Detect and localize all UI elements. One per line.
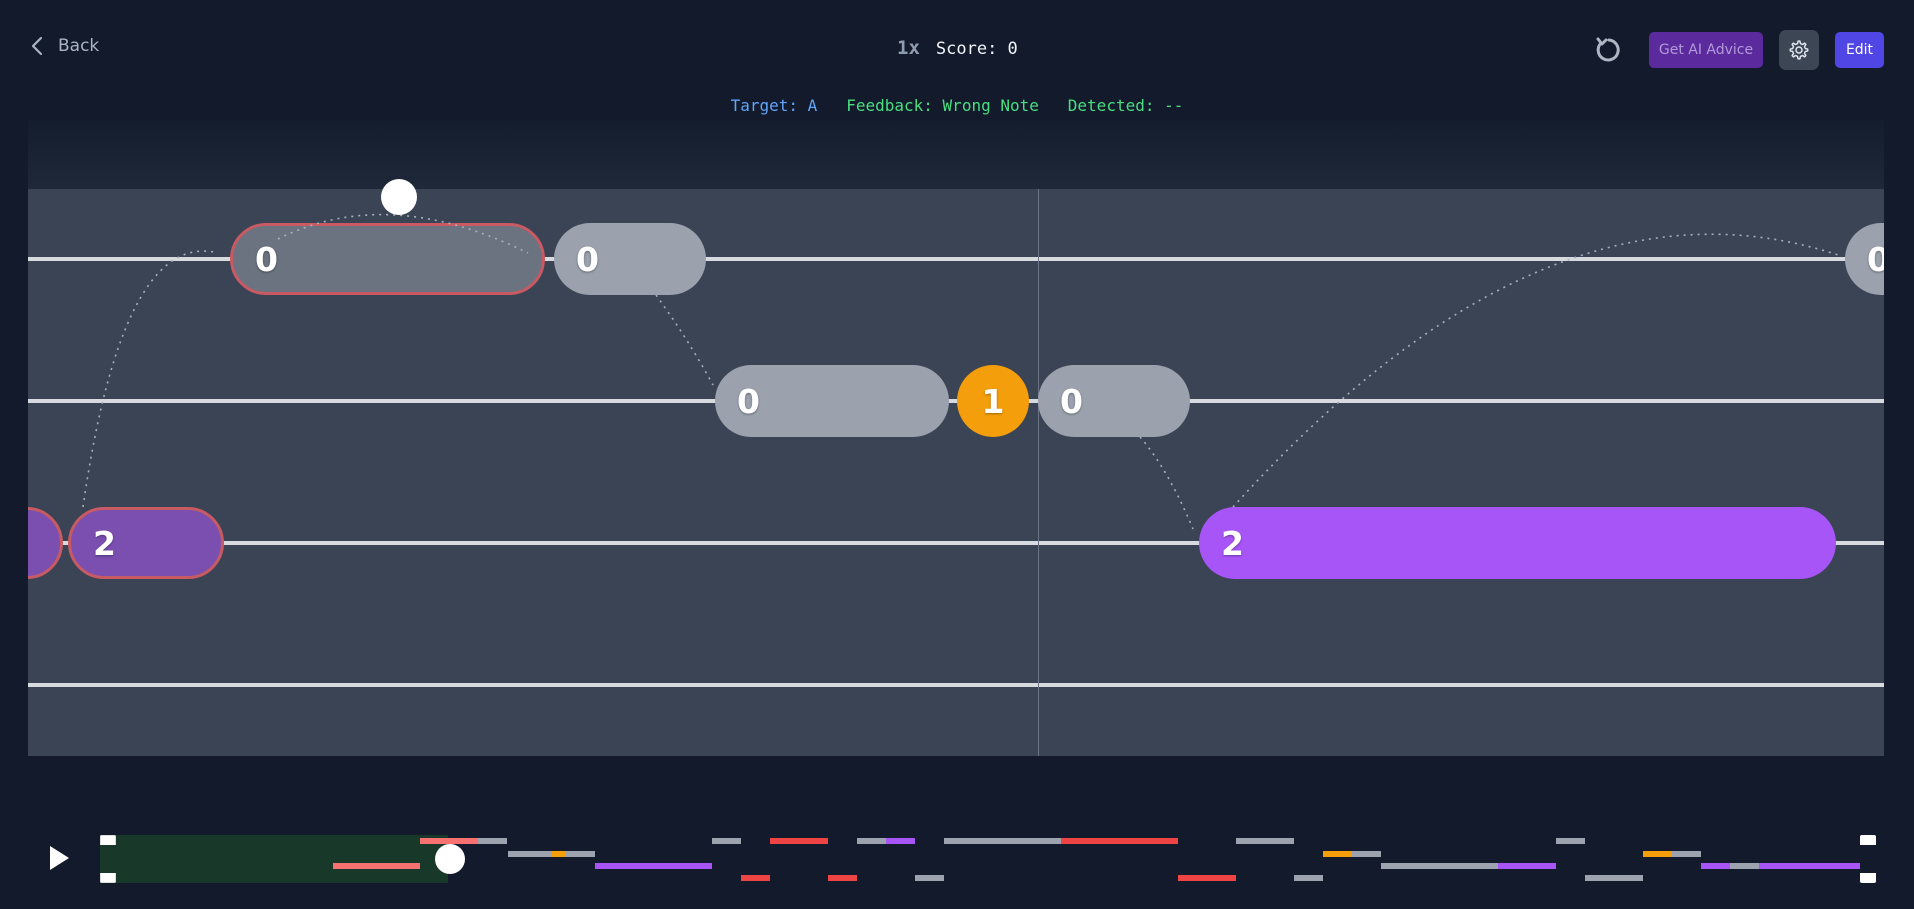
speed-indicator[interactable]: 1x — [897, 37, 920, 59]
target-label: Target: — [730, 96, 808, 115]
timeline-note — [478, 838, 507, 844]
top-bar: Back 1x Score: 0 Get AI Advice Edit — [0, 0, 1914, 100]
timeline-note — [1178, 875, 1236, 881]
note-current[interactable]: 1 — [957, 365, 1029, 437]
gear-icon — [1789, 40, 1809, 60]
detected-value: -- — [1164, 96, 1184, 115]
timeline-scrubber[interactable] — [435, 844, 465, 874]
get-ai-advice-button[interactable]: Get AI Advice — [1649, 32, 1763, 68]
timeline-note — [1498, 863, 1556, 869]
timeline-note — [1352, 851, 1381, 857]
timeline-note — [915, 875, 944, 881]
note[interactable]: 2 — [1199, 507, 1836, 579]
timeline-note — [552, 851, 566, 857]
settings-button[interactable] — [1779, 30, 1819, 70]
note-fret: 2 — [1221, 523, 1244, 563]
note-fret: 0 — [255, 239, 278, 279]
timeline-note — [566, 851, 595, 857]
string-line — [28, 683, 1884, 687]
note-fret: 2 — [93, 523, 116, 563]
timeline-note — [857, 838, 886, 844]
playback-info: 1x Score: 0 — [897, 37, 1018, 59]
loop-end-handle[interactable] — [1860, 835, 1876, 883]
note-fret: 0 — [1060, 381, 1083, 421]
timeline-note — [1381, 863, 1498, 869]
timeline-note — [770, 838, 828, 844]
timeline-note — [333, 863, 420, 869]
timeline-note — [741, 875, 770, 881]
timeline-note — [1701, 863, 1730, 869]
timeline-note — [1236, 838, 1294, 844]
status-line: Target: A Feedback: Wrong Note Detected:… — [0, 96, 1914, 115]
note-missed[interactable] — [28, 507, 63, 579]
note-missed[interactable]: 0 — [230, 223, 545, 295]
timeline-note — [1556, 838, 1585, 844]
fretboard-highway: 0 0 0 0 1 0 2 2 — [28, 189, 1884, 756]
note-fret: 0 — [1867, 239, 1884, 279]
lookahead-fade — [28, 120, 1884, 189]
edit-button[interactable]: Edit — [1835, 32, 1884, 68]
timeline-note — [886, 838, 915, 844]
timeline-note — [1323, 851, 1352, 857]
timeline-note — [1585, 875, 1643, 881]
timeline-note — [712, 838, 741, 844]
note[interactable]: 0 — [554, 223, 706, 295]
note-fret: 0 — [576, 239, 599, 279]
feedback-label: Feedback: — [846, 96, 943, 115]
timeline-note — [1759, 863, 1876, 869]
timeline-track[interactable] — [100, 835, 1878, 885]
timeline-note — [508, 851, 552, 857]
note[interactable]: 0 — [715, 365, 949, 437]
reset-icon[interactable] — [1594, 35, 1624, 65]
back-button[interactable]: Back — [30, 36, 99, 56]
back-label: Back — [58, 36, 100, 56]
score-display: Score: 0 — [935, 39, 1018, 59]
feedback-value: Wrong Note — [942, 96, 1039, 115]
timeline-note — [1672, 851, 1701, 857]
chevron-left-icon — [31, 36, 43, 56]
loop-start-handle[interactable] — [100, 835, 116, 883]
note-fret: 1 — [981, 381, 1005, 421]
note[interactable]: 0 — [1038, 365, 1190, 437]
note-missed[interactable]: 2 — [68, 507, 224, 579]
timeline-note — [944, 838, 1061, 844]
timeline-note — [1730, 863, 1759, 869]
timeline-note — [1294, 875, 1323, 881]
timeline-note — [1061, 838, 1178, 844]
note-fret: 0 — [737, 381, 760, 421]
bounce-ball — [381, 179, 417, 215]
detected-label: Detected: — [1067, 96, 1165, 115]
timeline-note — [595, 863, 712, 869]
playhead-line — [1038, 189, 1039, 756]
string-line — [28, 399, 1884, 403]
timeline-note — [1643, 851, 1672, 857]
play-icon[interactable] — [48, 845, 70, 871]
target-value: A — [807, 96, 818, 115]
note[interactable]: 0 — [1845, 223, 1884, 295]
timeline-note — [828, 875, 857, 881]
